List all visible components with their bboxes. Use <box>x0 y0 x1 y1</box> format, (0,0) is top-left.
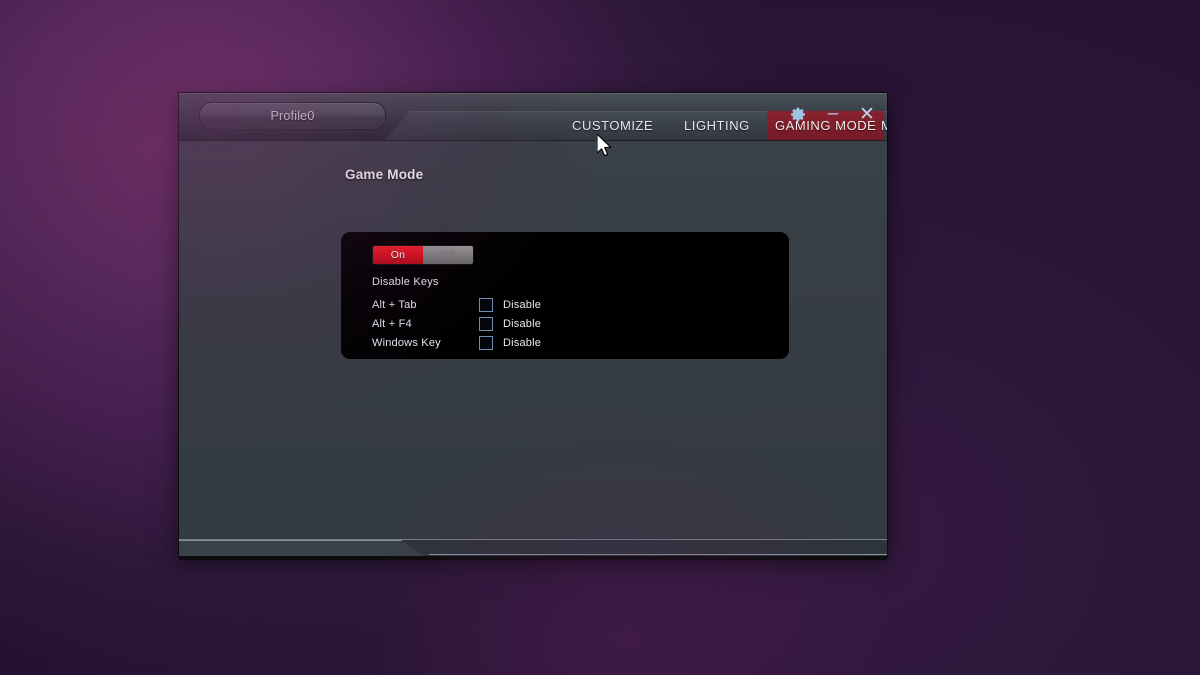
game-mode-toggle-on[interactable]: On <box>373 246 423 264</box>
window-controls: – ✕ <box>787 99 877 129</box>
tab-lighting[interactable]: LIGHTING <box>676 111 758 140</box>
key-row-alt-tab: Alt + Tab Disable <box>372 295 762 314</box>
checkbox-label-alt-f4: Disable <box>503 317 542 330</box>
checkbox-label-alt-tab: Disable <box>503 298 542 311</box>
key-label-alt-tab: Alt + Tab <box>372 298 417 311</box>
close-button[interactable]: ✕ <box>857 105 877 124</box>
tab-customize[interactable]: CUSTOMIZE <box>564 111 661 140</box>
game-mode-panel: On Off Disable Keys Alt + Tab Disable Al… <box>341 232 789 359</box>
key-row-alt-f4: Alt + F4 Disable <box>372 314 762 333</box>
tab-macro-label: MACRO <box>881 118 887 133</box>
profile-selector-label: Profile0 <box>270 109 315 123</box>
checkbox-disable-windows-key[interactable] <box>479 335 493 350</box>
status-footer <box>179 539 887 560</box>
game-mode-toggle-off[interactable]: Off <box>423 246 473 264</box>
key-label-windows-key: Windows Key <box>372 336 441 349</box>
application-window: Profile0 CUSTOMIZE LIGHTING GAMING MODE … <box>178 92 888 560</box>
key-label-alt-f4: Alt + F4 <box>372 317 412 330</box>
checkbox-label-windows-key: Disable <box>503 336 542 349</box>
gear-icon[interactable] <box>787 103 809 125</box>
tab-lighting-label: LIGHTING <box>684 118 750 133</box>
desktop-background: Profile0 CUSTOMIZE LIGHTING GAMING MODE … <box>0 0 1200 675</box>
checkbox-disable-alt-f4[interactable] <box>479 316 493 331</box>
profile-selector-button[interactable]: Profile0 <box>199 102 386 130</box>
tab-customize-label: CUSTOMIZE <box>572 118 654 133</box>
minimize-button[interactable]: – <box>823 104 843 123</box>
footer-divider-line <box>429 554 887 555</box>
page-title: Game Mode <box>345 167 424 182</box>
main-content-area: Game Mode On Off Disable Keys Alt + Tab … <box>179 140 887 539</box>
title-bar: Profile0 CUSTOMIZE LIGHTING GAMING MODE … <box>179 93 887 140</box>
footer-base-strip <box>179 556 887 560</box>
key-row-windows-key: Windows Key Disable <box>372 333 762 352</box>
game-mode-toggle[interactable]: On Off <box>372 245 474 265</box>
checkbox-disable-alt-tab[interactable] <box>479 297 493 312</box>
disable-keys-heading: Disable Keys <box>372 276 439 288</box>
